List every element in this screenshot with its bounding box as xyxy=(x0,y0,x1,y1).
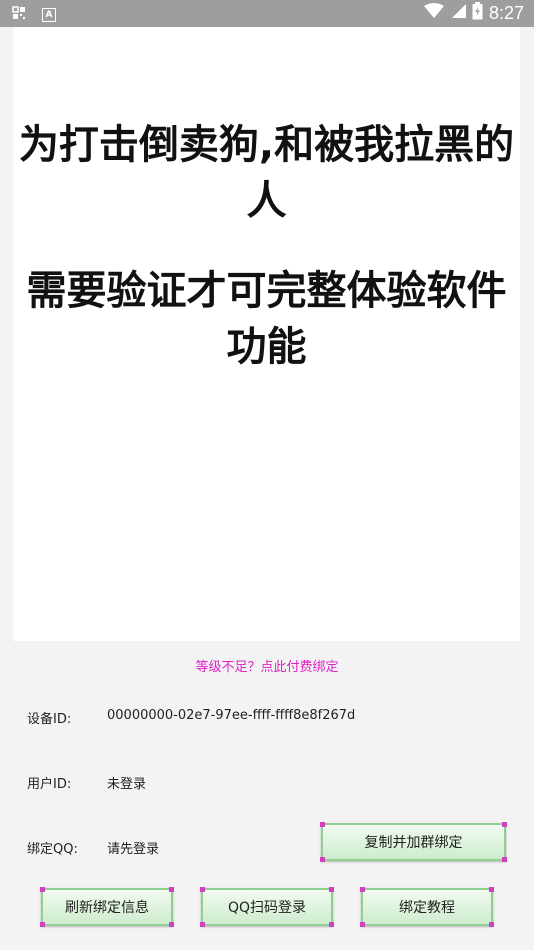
a-notification-icon: A xyxy=(42,7,56,22)
bound-qq-label: 绑定QQ: xyxy=(27,842,78,857)
battery-icon xyxy=(472,2,483,24)
user-id-value: 未登录 xyxy=(107,777,147,792)
binding-tutorial-label: 绑定教程 xyxy=(399,900,455,916)
notice-panel: 为打击倒卖狗,和被我拉黑的人 需要验证才可完整体验软件功能 xyxy=(13,27,520,641)
signal-icon xyxy=(450,3,466,23)
copy-join-group-button[interactable]: 复制并加群绑定 xyxy=(320,822,507,862)
refresh-binding-button[interactable]: 刷新绑定信息 xyxy=(40,887,174,927)
status-bar: A 8:27 xyxy=(0,0,534,27)
qq-scan-login-button[interactable]: QQ扫码登录 xyxy=(200,887,334,927)
wifi-icon xyxy=(423,3,444,23)
refresh-binding-label: 刷新绑定信息 xyxy=(65,900,149,916)
qq-scan-login-label: QQ扫码登录 xyxy=(227,900,307,916)
binding-tutorial-button[interactable]: 绑定教程 xyxy=(360,887,494,927)
headline-line-1: 为打击倒卖狗,和被我拉黑的人 xyxy=(18,122,515,224)
device-id-label: 设备ID: xyxy=(27,712,72,727)
device-id-value: 00000000-02e7-97ee-ffff-ffff8e8f267d xyxy=(107,708,356,723)
copy-join-group-label: 复制并加群绑定 xyxy=(364,835,463,851)
user-id-label: 用户ID: xyxy=(27,777,72,792)
headline-line-2: 需要验证才可完整体验软件功能 xyxy=(26,268,507,370)
clock-time: 8:27 xyxy=(488,2,524,23)
bound-qq-value: 请先登录 xyxy=(107,842,160,857)
qr-notification-icon xyxy=(12,5,26,24)
paid-binding-link[interactable]: 等级不足？点此付费绑定 xyxy=(0,656,534,675)
